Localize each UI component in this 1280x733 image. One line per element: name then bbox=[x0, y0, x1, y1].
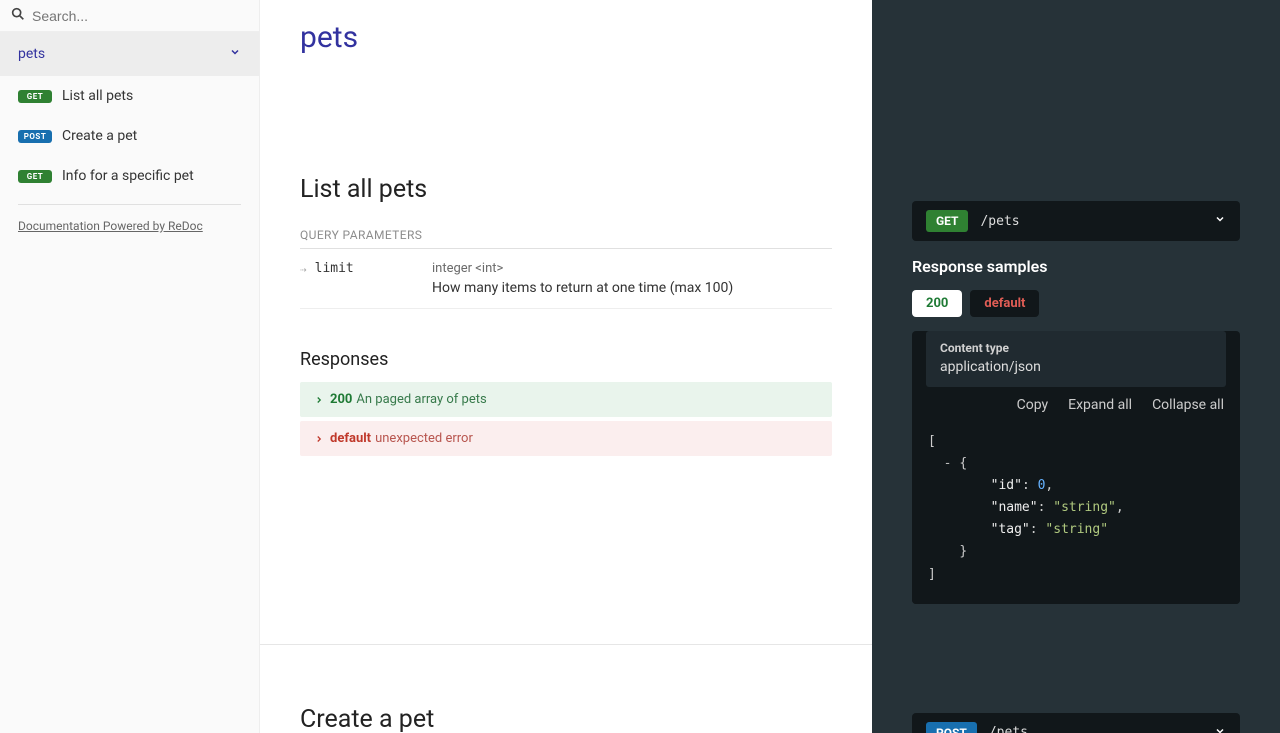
search-icon bbox=[10, 6, 32, 26]
response-description: An paged array of pets bbox=[356, 392, 486, 407]
response-default[interactable]: default unexpected error bbox=[300, 421, 832, 456]
method-badge-get: GET bbox=[18, 90, 52, 103]
api-title: pets bbox=[300, 0, 832, 55]
copy-button[interactable]: Copy bbox=[1017, 397, 1049, 413]
param-type: integer <int> bbox=[432, 261, 733, 276]
sample-tabs: 200 default bbox=[912, 290, 1240, 317]
content-type-box: Content type application/json bbox=[926, 331, 1226, 387]
main-content: pets List all pets QUERY PARAMETERS ⇢ li… bbox=[260, 0, 1280, 733]
response-code: 200 bbox=[330, 392, 352, 407]
code-actions: Copy Expand all Collapse all bbox=[912, 387, 1240, 417]
expand-all-button[interactable]: Expand all bbox=[1068, 397, 1132, 413]
search-row bbox=[0, 0, 259, 32]
chevron-right-icon bbox=[314, 395, 324, 405]
method-badge-get: GET bbox=[18, 170, 52, 183]
param-arrow-icon: ⇢ bbox=[300, 263, 307, 276]
sidebar-item-label: Info for a specific pet bbox=[62, 168, 194, 184]
sidebar-item-info-specific-pet[interactable]: GET Info for a specific pet bbox=[0, 156, 259, 196]
response-description: unexpected error bbox=[375, 431, 473, 446]
chevron-down-icon bbox=[1214, 213, 1226, 229]
sidebar-item-list-all-pets[interactable]: GET List all pets bbox=[0, 76, 259, 116]
sidebar-group-pets[interactable]: pets bbox=[0, 32, 259, 76]
operation-title: List all pets bbox=[300, 175, 832, 204]
sidebar-item-create-a-pet[interactable]: POST Create a pet bbox=[0, 116, 259, 156]
tab-default[interactable]: default bbox=[970, 290, 1039, 317]
responses-heading: Responses bbox=[300, 349, 832, 370]
sidebar-item-label: Create a pet bbox=[62, 128, 137, 144]
code-sample: [ - { "id": 0, "name": "string", "tag": … bbox=[912, 417, 1240, 604]
response-samples-heading: Response samples bbox=[912, 257, 1240, 276]
search-input[interactable] bbox=[32, 8, 249, 24]
collapse-all-button[interactable]: Collapse all bbox=[1152, 397, 1224, 413]
param-name: limit bbox=[315, 261, 354, 276]
sidebar-item-label: List all pets bbox=[62, 88, 133, 104]
response-code: default bbox=[330, 431, 371, 446]
endpoint-bar[interactable]: GET /pets bbox=[912, 201, 1240, 241]
param-description: How many items to return at one time (ma… bbox=[432, 280, 733, 296]
chevron-down-icon bbox=[229, 46, 241, 62]
response-200[interactable]: 200 An paged array of pets bbox=[300, 382, 832, 417]
powered-by-link[interactable]: Documentation Powered by ReDoc bbox=[18, 219, 241, 233]
endpoint-path: /pets bbox=[989, 725, 1028, 733]
parameter-row-limit: ⇢ limit integer <int> How many items to … bbox=[300, 249, 832, 309]
json-sample: [ - { "id": 0, "name": "string", "tag": … bbox=[928, 431, 1224, 586]
chevron-down-icon bbox=[1214, 725, 1226, 733]
method-badge-post: POST bbox=[18, 130, 52, 143]
endpoint-path: /pets bbox=[980, 214, 1019, 229]
sample-container: Content type application/json Copy Expan… bbox=[912, 331, 1240, 604]
sidebar-divider bbox=[18, 204, 241, 205]
query-parameters-heading: QUERY PARAMETERS bbox=[300, 228, 832, 249]
endpoint-bar[interactable]: POST /pets bbox=[912, 713, 1240, 733]
sidebar: pets GET List all pets POST Create a pet… bbox=[0, 0, 260, 733]
tab-200[interactable]: 200 bbox=[912, 290, 962, 317]
content-type-label: Content type bbox=[940, 341, 1212, 355]
content-type-value: application/json bbox=[940, 359, 1212, 375]
chevron-right-icon bbox=[314, 434, 324, 444]
sidebar-group-label: pets bbox=[18, 46, 45, 62]
operation-title: Create a pet bbox=[300, 705, 832, 733]
method-chip-post: POST bbox=[926, 722, 977, 733]
method-chip-get: GET bbox=[926, 210, 968, 232]
